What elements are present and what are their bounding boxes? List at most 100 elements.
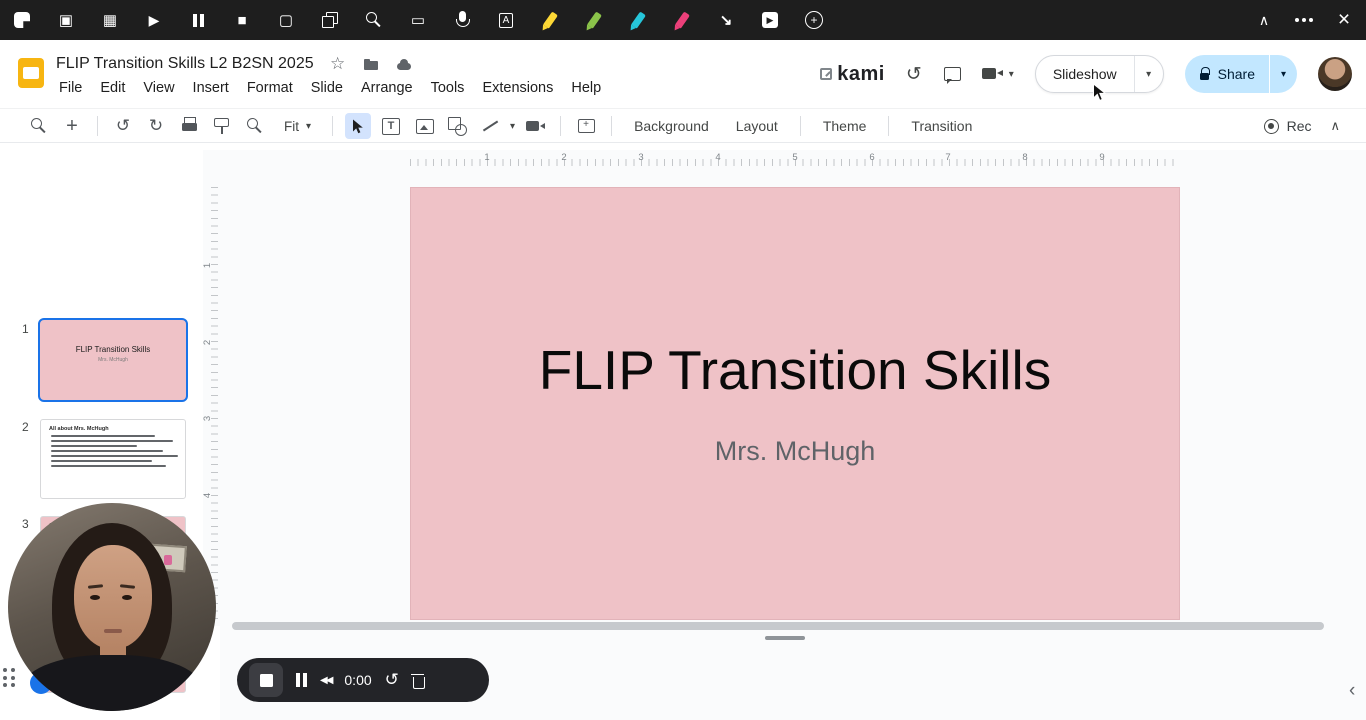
highlighter-green-icon[interactable] [582, 8, 606, 32]
ruler-number: 2 [561, 152, 567, 163]
add-slide-icon[interactable] [59, 113, 85, 139]
highlighter-magenta-icon[interactable] [670, 8, 694, 32]
highlighter-yellow-icon[interactable] [538, 8, 562, 32]
lock-icon [1199, 67, 1210, 81]
slide-thumbnail-2[interactable]: All about Mrs. McHugh [40, 419, 186, 499]
collapse-toolbar-icon[interactable] [1252, 8, 1276, 32]
speaker-notes-splitter[interactable] [765, 636, 805, 640]
apps-icon[interactable] [802, 8, 826, 32]
ruler-number: 1 [484, 152, 490, 163]
background-button[interactable]: Background [624, 115, 719, 137]
menu-format[interactable]: Format [238, 77, 302, 99]
cloud-saved-icon[interactable] [395, 55, 413, 73]
insert-video-icon[interactable] [522, 113, 548, 139]
version-history-icon[interactable] [906, 63, 922, 86]
share-button-label: Share [1217, 66, 1255, 82]
side-panel-collapse-icon[interactable] [1349, 680, 1355, 702]
menu-extensions[interactable]: Extensions [473, 77, 562, 99]
drag-handle-icon[interactable] [3, 668, 15, 687]
zoom-select-value: Fit [284, 118, 299, 134]
insert-line-icon[interactable] [477, 113, 503, 139]
record-button[interactable]: Rec [1263, 118, 1312, 134]
slide-title-text[interactable]: FLIP Transition Skills [411, 338, 1179, 402]
slideshow-button[interactable]: Slideshow [1036, 56, 1134, 92]
slides-logo-icon[interactable] [18, 58, 44, 88]
stop-icon[interactable] [230, 8, 254, 32]
media-icon[interactable] [98, 8, 122, 32]
menu-arrange[interactable]: Arrange [352, 77, 422, 99]
stop-recording-button[interactable] [249, 663, 283, 697]
menu-help[interactable]: Help [562, 77, 610, 99]
menu-slide[interactable]: Slide [302, 77, 352, 99]
zoom-select[interactable]: Fit [275, 119, 320, 134]
webcam-overlay[interactable] [8, 503, 216, 711]
recording-control-bar: 0:00 [237, 658, 489, 702]
more-options-icon[interactable] [1292, 8, 1316, 32]
highlighter-cyan-icon[interactable] [626, 8, 650, 32]
pause-icon[interactable] [186, 8, 210, 32]
slide-thumbnail-1[interactable]: FLIP Transition Skills Mrs. McHugh [38, 318, 188, 402]
menu-insert[interactable]: Insert [184, 77, 238, 99]
export-video-icon[interactable] [758, 8, 782, 32]
microphone-icon[interactable] [450, 8, 474, 32]
menu-file[interactable]: File [50, 77, 91, 99]
share-dropdown[interactable] [1269, 55, 1297, 93]
line-dropdown-icon[interactable] [510, 121, 515, 132]
current-slide[interactable]: FLIP Transition Skills Mrs. McHugh [410, 187, 1180, 620]
kami-wordmark[interactable]: kami [820, 63, 885, 86]
ruler-number: 4 [202, 492, 214, 499]
pause-recording-icon[interactable] [296, 673, 307, 687]
toolbar-separator [97, 116, 98, 136]
record-label: Rec [1286, 118, 1312, 134]
arrow-annotation-icon[interactable] [714, 8, 738, 32]
recording-time: 0:00 [344, 672, 372, 688]
play-icon[interactable] [142, 8, 166, 32]
theme-button[interactable]: Theme [813, 115, 877, 137]
magnifier-icon[interactable] [362, 8, 386, 32]
restart-recording-icon[interactable] [385, 670, 399, 690]
chevron-down-icon [1281, 69, 1286, 80]
print-icon[interactable] [176, 113, 202, 139]
screenshare-icon[interactable] [406, 8, 430, 32]
slide-number: 3 [22, 517, 29, 531]
move-folder-icon[interactable] [362, 55, 380, 73]
redo-icon[interactable] [143, 113, 169, 139]
paint-format-icon[interactable] [209, 113, 235, 139]
search-menus-icon[interactable] [26, 113, 52, 139]
horizontal-scrollbar-thumb[interactable] [232, 622, 1324, 630]
snapshot-icon[interactable] [274, 8, 298, 32]
duplicate-icon[interactable] [318, 8, 342, 32]
slide-subtitle-text[interactable]: Mrs. McHugh [411, 436, 1179, 467]
zoom-icon[interactable] [242, 113, 268, 139]
ruler-number: 2 [202, 339, 214, 346]
insert-image-icon[interactable] [411, 113, 437, 139]
kami-logo-icon[interactable] [10, 8, 34, 32]
slide-number: 2 [22, 420, 29, 434]
collapse-toolbar-chevron[interactable] [1330, 118, 1340, 134]
meet-camera-control[interactable] [981, 66, 1014, 82]
share-button[interactable]: Share [1185, 55, 1269, 93]
document-title[interactable]: FLIP Transition Skills L2 B2SN 2025 [56, 55, 314, 73]
insert-shape-icon[interactable] [444, 113, 470, 139]
transition-button[interactable]: Transition [901, 115, 982, 137]
text-box-icon[interactable] [378, 113, 404, 139]
ruler-number: 7 [945, 152, 951, 163]
translate-icon[interactable] [494, 8, 518, 32]
vertical-ruler: 1 2 3 4 [202, 150, 220, 626]
account-avatar[interactable] [1318, 57, 1352, 91]
close-toolbar-icon[interactable] [1332, 8, 1356, 32]
slideshow-dropdown[interactable] [1133, 56, 1163, 92]
star-icon[interactable] [329, 55, 347, 73]
dictionary-icon[interactable] [54, 8, 78, 32]
comments-icon[interactable] [943, 65, 961, 84]
delete-recording-icon[interactable] [411, 673, 425, 689]
wall-decoration [164, 555, 172, 565]
menu-tools[interactable]: Tools [422, 77, 474, 99]
menu-view[interactable]: View [134, 77, 183, 99]
undo-icon[interactable] [110, 113, 136, 139]
layout-button[interactable]: Layout [726, 115, 788, 137]
menu-edit[interactable]: Edit [91, 77, 134, 99]
select-tool[interactable] [345, 113, 372, 139]
add-comment-icon[interactable] [573, 113, 599, 139]
rewind-icon[interactable] [320, 675, 331, 686]
